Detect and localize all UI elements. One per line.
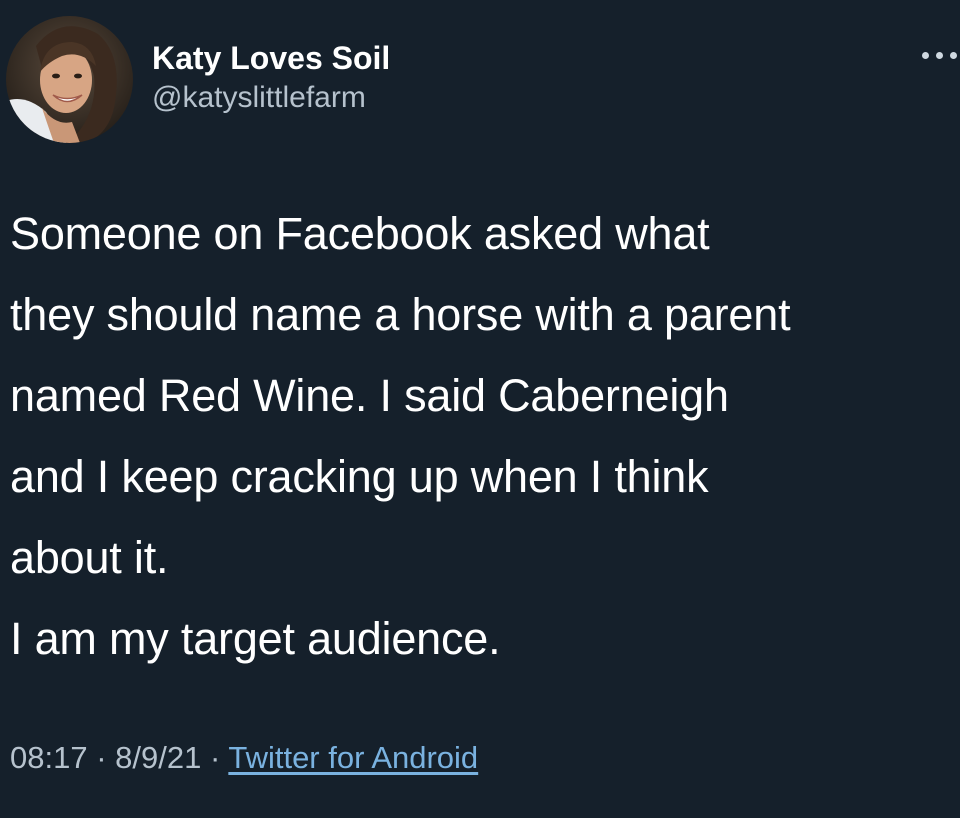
tweet-date[interactable]: 8/9/21: [115, 740, 201, 775]
tweet-meta: 08:17 · 8/9/21 · Twitter for Android: [10, 738, 478, 778]
more-dot: [922, 52, 929, 59]
tweet-card: Katy Loves Soil @katyslittlefarm Someone…: [0, 0, 960, 818]
avatar[interactable]: [6, 16, 133, 143]
avatar-photo: [6, 16, 133, 143]
author-handle[interactable]: @katyslittlefarm: [152, 78, 390, 118]
more-dot: [936, 52, 943, 59]
meta-separator: ·: [201, 740, 229, 775]
more-options-icon[interactable]: [916, 44, 960, 68]
tweet-text-line: Someone on Facebook asked what: [10, 208, 710, 259]
author-display-name[interactable]: Katy Loves Soil: [152, 38, 390, 78]
tweet-text-line: about it.: [10, 532, 169, 583]
author-block: Katy Loves Soil @katyslittlefarm: [152, 38, 390, 118]
tweet-text-line: named Red Wine. I said Caberneigh: [10, 370, 729, 421]
tweet-source-link[interactable]: Twitter for Android: [228, 740, 478, 775]
tweet-text-line: they should name a horse with a parent: [10, 289, 791, 340]
tweet-text-line: and I keep cracking up when I think: [10, 451, 709, 502]
more-dot: [950, 52, 957, 59]
tweet-text-line: I am my target audience.: [10, 613, 501, 664]
tweet-text: Someone on Facebook asked what they shou…: [10, 193, 958, 679]
tweet-time[interactable]: 08:17: [10, 740, 88, 775]
meta-separator: ·: [87, 740, 116, 775]
